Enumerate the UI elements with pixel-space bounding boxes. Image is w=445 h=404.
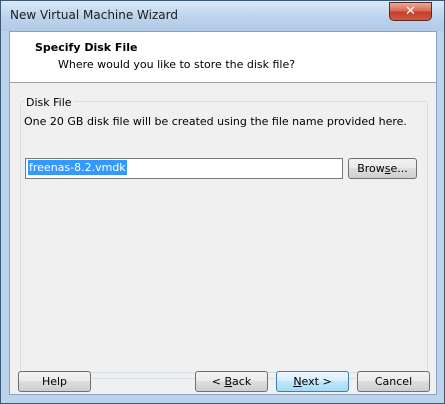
close-icon: ✕ [405, 4, 416, 19]
back-label-pre: < [211, 375, 225, 388]
back-button[interactable]: < Back [195, 371, 268, 392]
close-button[interactable]: ✕ [389, 2, 432, 21]
back-label-accel: B [224, 375, 233, 388]
cancel-label: Cancel [374, 375, 413, 388]
help-button[interactable]: Help [18, 371, 91, 392]
disk-file-name-input[interactable]: freenas-8.2.vmdk [25, 158, 343, 179]
disk-file-group-label: Disk File [24, 96, 74, 109]
window-title: New Virtual Machine Wizard [10, 8, 178, 22]
disk-file-group [20, 101, 428, 373]
browse-label-pre: Brow [357, 162, 385, 175]
disk-file-description: One 20 GB disk file will be created usin… [24, 115, 407, 128]
page-subtitle: Where would you like to store the disk f… [58, 58, 296, 71]
browse-label-post: e... [390, 162, 408, 175]
wizard-body: Specify Disk File Where would you like t… [9, 31, 437, 395]
page-title: Specify Disk File [35, 41, 138, 54]
wizard-header: Specify Disk File Where would you like t… [10, 32, 436, 83]
wizard-window: New Virtual Machine Wizard ✕ Specify Dis… [0, 0, 445, 404]
cancel-button[interactable]: Cancel [357, 371, 430, 392]
disk-file-name-value: freenas-8.2.vmdk [28, 160, 127, 175]
help-label: Help [41, 375, 68, 388]
next-button[interactable]: Next > [276, 371, 349, 392]
browse-button[interactable]: Browse... [348, 158, 417, 179]
back-label-post: ack [232, 375, 252, 388]
title-bar[interactable]: New Virtual Machine Wizard ✕ [1, 1, 444, 31]
next-label-post: ext > [301, 375, 332, 388]
next-label-accel: N [293, 375, 302, 388]
